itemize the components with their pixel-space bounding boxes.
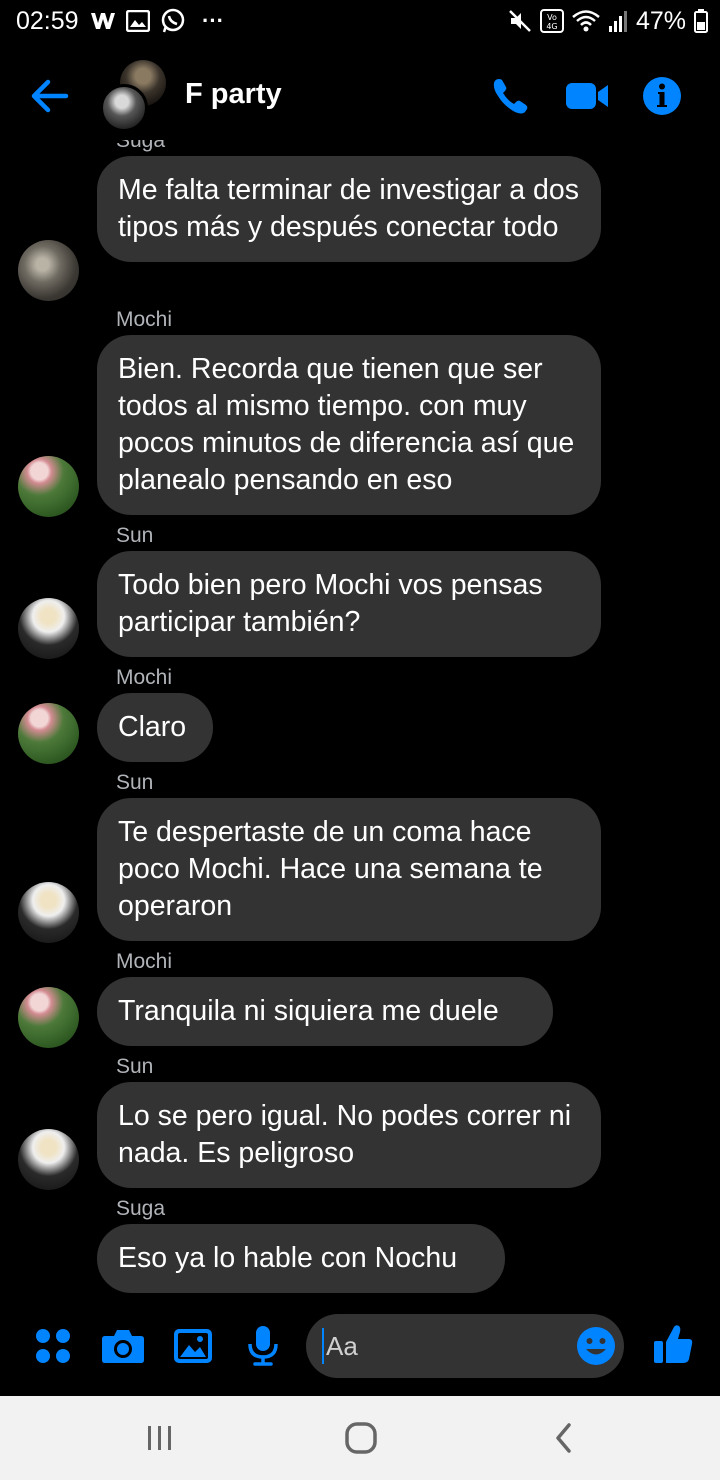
whatsapp-icon [161, 8, 185, 33]
wifi-icon [572, 10, 600, 32]
group-avatar-member [100, 84, 148, 132]
status-bar: 02:59 ··· Vo 4G 47% [0, 0, 720, 44]
microphone-icon [248, 1326, 278, 1366]
message-input[interactable] [322, 1328, 562, 1364]
menu-dots-icon [36, 1329, 70, 1363]
back-button[interactable] [26, 74, 72, 118]
message-input-container[interactable] [306, 1314, 624, 1378]
recent-apps-icon [148, 1426, 171, 1450]
message-bubble[interactable]: Me falta terminar de investigar a dos ti… [97, 156, 601, 262]
volte-4g-icon: Vo 4G [539, 9, 564, 33]
back-icon [556, 1423, 571, 1453]
more-actions-button[interactable] [31, 1324, 75, 1368]
sender-name: Mochi [116, 950, 173, 973]
phone-icon [493, 79, 528, 114]
emoji-icon [577, 1327, 615, 1365]
sender-avatar[interactable] [18, 703, 79, 764]
message-list[interactable]: Suga Me falta terminar de investigar a d… [0, 140, 720, 1300]
sender-name: Sun [116, 771, 154, 794]
composer-bar [0, 1306, 720, 1386]
android-navigation-bar [0, 1396, 720, 1480]
sender-avatar[interactable] [18, 987, 79, 1048]
back-arrow-icon [31, 79, 69, 113]
signal-icon [608, 11, 627, 32]
sender-name: Suga [116, 1197, 166, 1220]
status-notification-icons: ··· [90, 6, 224, 36]
camera-button[interactable] [101, 1324, 145, 1368]
message-bubble[interactable]: Eso ya lo hable con Nochu [97, 1224, 505, 1293]
video-call-button[interactable] [563, 72, 611, 120]
gallery-button[interactable] [171, 1324, 215, 1368]
sender-name: Mochi [116, 308, 173, 331]
sender-avatar[interactable] [18, 456, 79, 517]
more-notifications-icon: ··· [202, 8, 224, 33]
chat-title[interactable]: F party [185, 78, 282, 111]
sender-name: Mochi [116, 666, 173, 689]
message-bubble[interactable]: Bien. Recorda que tienen que ser todos a… [97, 335, 601, 515]
mute-icon [509, 10, 531, 32]
svg-text:Vo: Vo [547, 13, 557, 22]
group-avatar[interactable] [100, 60, 176, 136]
message-bubble[interactable]: Tranquila ni siquiera me duele [97, 977, 553, 1046]
message-bubble[interactable]: Te despertaste de un coma hace poco Moch… [97, 798, 601, 941]
sender-avatar[interactable] [18, 1129, 79, 1190]
emoji-button[interactable] [576, 1326, 616, 1366]
status-system-icons: Vo 4G 47% [508, 6, 708, 36]
battery-icon [694, 9, 708, 33]
sender-avatar[interactable] [18, 240, 79, 301]
message-bubble[interactable]: Lo se pero igual. No podes correr ni nad… [97, 1082, 601, 1188]
svg-text:4G: 4G [546, 22, 557, 31]
like-button[interactable] [650, 1322, 696, 1366]
w-app-icon [91, 13, 115, 29]
video-camera-icon [566, 83, 608, 109]
voice-message-button[interactable] [241, 1324, 285, 1368]
gallery-icon [174, 1329, 212, 1363]
status-time: 02:59 [16, 7, 79, 35]
like-icon [654, 1325, 693, 1363]
home-icon [345, 1422, 377, 1454]
camera-icon [102, 1330, 144, 1363]
info-icon [643, 77, 681, 115]
sender-name: Sun [116, 1055, 154, 1078]
back-nav-button[interactable] [544, 1418, 584, 1458]
recent-apps-button[interactable] [140, 1418, 180, 1458]
call-button[interactable] [486, 72, 534, 120]
message-bubble[interactable]: Claro [97, 693, 213, 762]
chat-header: F party [0, 52, 720, 140]
home-button[interactable] [341, 1418, 381, 1458]
sender-avatar[interactable] [18, 882, 79, 943]
gallery-notification-icon [126, 10, 150, 32]
sender-avatar[interactable] [18, 598, 79, 659]
message-bubble[interactable]: Todo bien pero Mochi vos pensas particip… [97, 551, 601, 657]
sender-name: Sun [116, 524, 154, 547]
sender-name: Suga [116, 140, 166, 152]
info-button[interactable] [638, 72, 686, 120]
battery-percent: 47% [635, 6, 686, 35]
